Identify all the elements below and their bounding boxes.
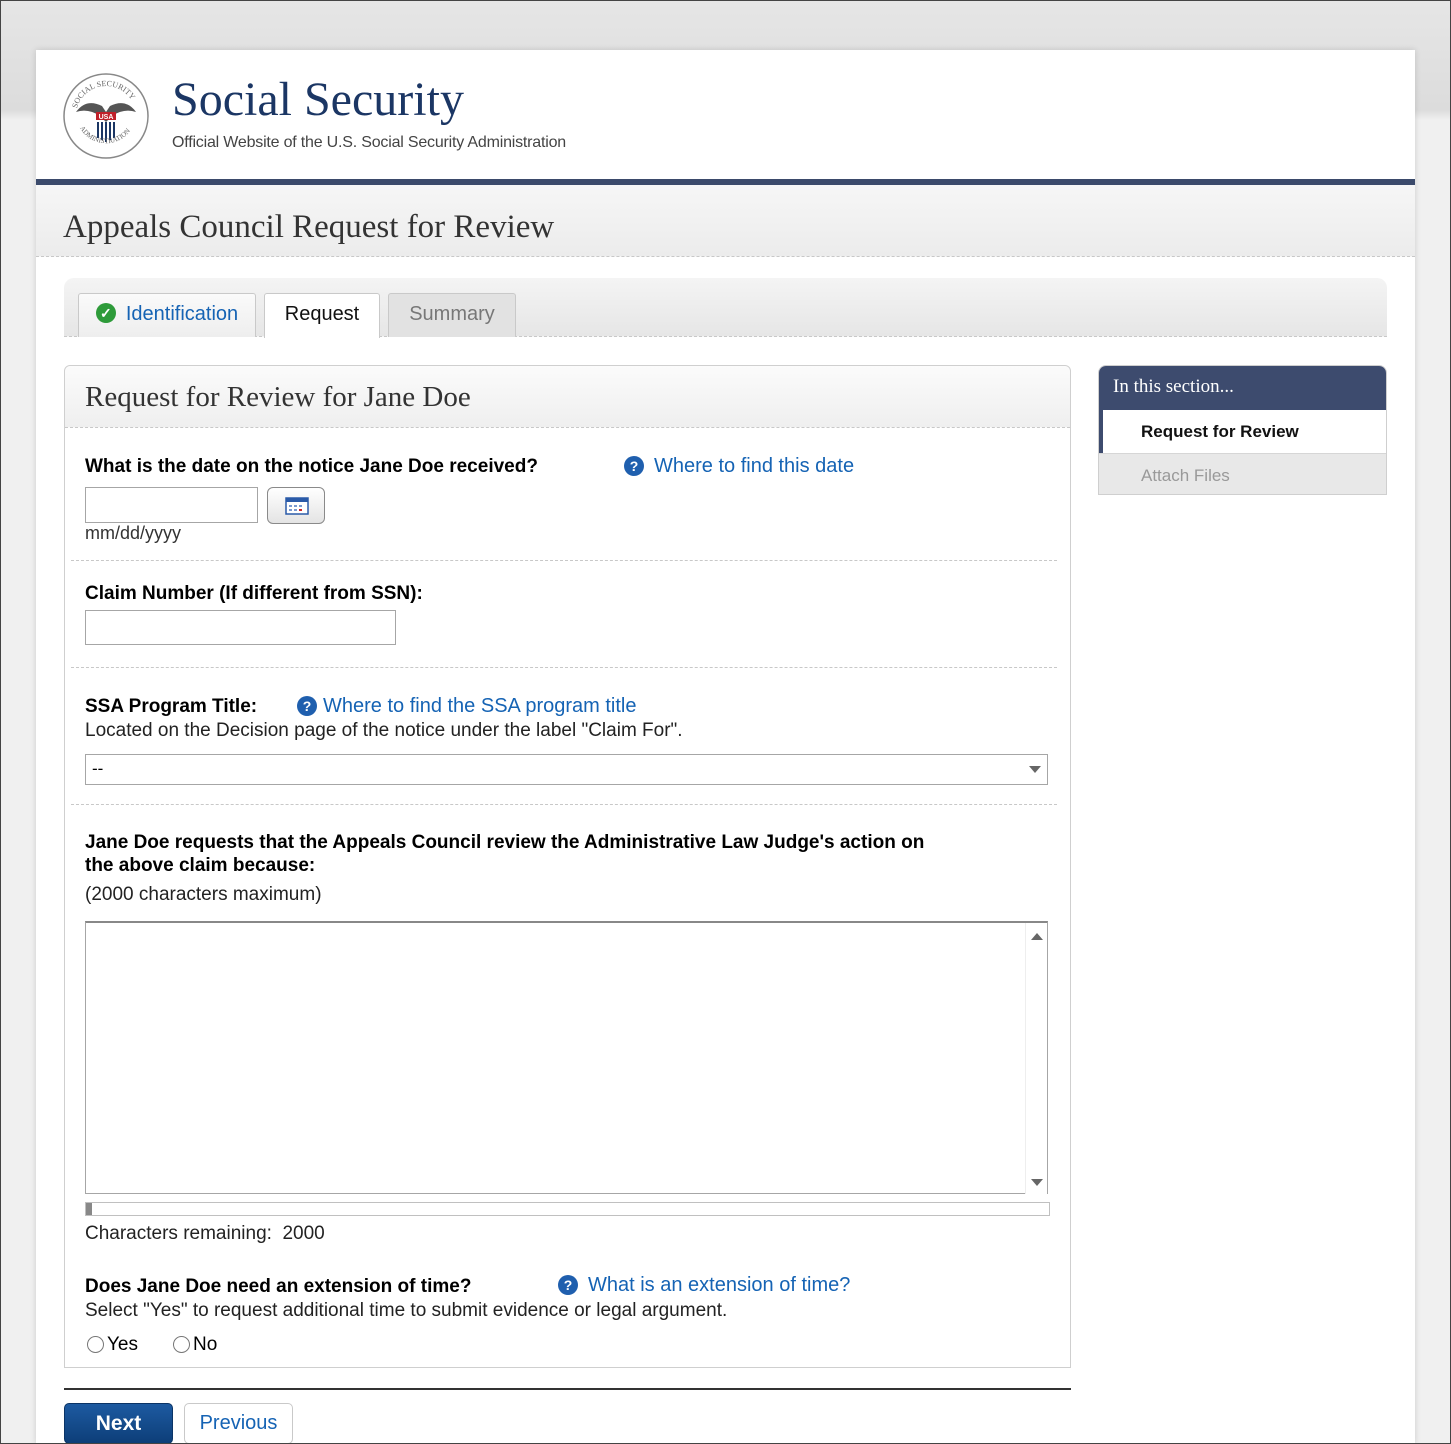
tab-label: Request bbox=[284, 303, 360, 325]
page-title: Appeals Council Request for Review bbox=[63, 209, 555, 245]
claim-number-label: Claim Number (If different from SSN): bbox=[85, 583, 423, 604]
scroll-up-icon[interactable] bbox=[1031, 933, 1043, 940]
request-form-panel: Request for Review for Jane Doe What is … bbox=[64, 365, 1071, 1368]
svg-text:USA: USA bbox=[99, 114, 114, 121]
radio-yes[interactable] bbox=[87, 1336, 104, 1353]
section-nav-item-attach-files: Attach Files bbox=[1099, 453, 1386, 494]
scroll-down-icon[interactable] bbox=[1031, 1179, 1043, 1186]
previous-button[interactable]: Previous bbox=[184, 1403, 293, 1444]
select-value: -- bbox=[92, 759, 104, 778]
tab-request[interactable]: Request bbox=[264, 293, 380, 338]
radio-no[interactable] bbox=[173, 1336, 190, 1353]
extension-help-link[interactable]: ? What is an extension of time? bbox=[558, 1274, 850, 1297]
program-title-description: Located on the Decision page of the noti… bbox=[85, 720, 683, 741]
ssa-seal-logo[interactable]: USA SOCIAL SECURITY ADMINISTRATION bbox=[62, 72, 150, 160]
claim-number-input[interactable] bbox=[85, 610, 396, 645]
calendar-button[interactable] bbox=[267, 487, 325, 524]
page-card: USA SOCIAL SECURITY ADMINISTRATION Socia… bbox=[36, 50, 1415, 1444]
panel-header: Request for Review for Jane Doe bbox=[65, 366, 1070, 428]
reason-label-line2: the above claim because: bbox=[85, 855, 316, 876]
extension-description: Select "Yes" to request additional time … bbox=[85, 1300, 728, 1321]
character-usage-fill bbox=[86, 1203, 92, 1215]
extension-yes-option[interactable]: Yes bbox=[87, 1334, 138, 1356]
next-button[interactable]: Next bbox=[64, 1403, 173, 1444]
date-format-hint: mm/dd/yyyy bbox=[85, 523, 182, 543]
section-divider bbox=[71, 667, 1057, 668]
notice-date-help-link[interactable]: ? Where to find this date bbox=[624, 455, 854, 478]
step-tabs: ✓ Identification Request Summary bbox=[64, 278, 1387, 338]
chevron-down-icon bbox=[1029, 766, 1041, 773]
check-circle-icon: ✓ bbox=[95, 303, 116, 323]
reason-textarea[interactable] bbox=[85, 921, 1048, 1194]
help-link-text: Where to find the SSA program title bbox=[323, 695, 637, 717]
brand-title[interactable]: Social Security bbox=[172, 72, 464, 127]
textarea-scrollbar[interactable] bbox=[1025, 923, 1047, 1194]
characters-remaining-label: Characters remaining: bbox=[85, 1223, 272, 1244]
program-title-help-link[interactable]: ? Where to find the SSA program title bbox=[297, 695, 637, 718]
section-nav-heading: In this section... bbox=[1099, 366, 1386, 410]
button-bar-divider bbox=[64, 1388, 1071, 1390]
help-link-text: Where to find this date bbox=[654, 455, 855, 477]
panel-title: Request for Review for Jane Doe bbox=[85, 381, 471, 413]
characters-remaining: Characters remaining: 2000 bbox=[85, 1223, 325, 1245]
help-icon: ? bbox=[624, 456, 644, 476]
notice-date-label: What is the date on the notice Jane Doe … bbox=[85, 456, 538, 477]
extension-no-option[interactable]: No bbox=[173, 1334, 217, 1356]
help-icon: ? bbox=[558, 1275, 578, 1295]
tab-label: Summary bbox=[409, 303, 495, 325]
reason-hint: (2000 characters maximum) bbox=[85, 884, 322, 905]
character-usage-bar bbox=[85, 1202, 1050, 1216]
program-title-select[interactable]: -- bbox=[85, 754, 1048, 785]
section-divider bbox=[71, 804, 1057, 805]
radio-yes-label: Yes bbox=[107, 1334, 138, 1355]
calendar-icon bbox=[285, 497, 309, 515]
help-icon: ? bbox=[297, 696, 317, 716]
radio-no-label: No bbox=[193, 1334, 218, 1355]
program-title-label: SSA Program Title: bbox=[85, 696, 258, 717]
page-title-bar: Appeals Council Request for Review bbox=[36, 185, 1415, 257]
section-nav-item-request-for-review[interactable]: Request for Review bbox=[1099, 410, 1386, 453]
section-divider bbox=[71, 560, 1057, 561]
extension-label: Does Jane Doe need an extension of time? bbox=[85, 1276, 472, 1297]
tab-label: Identification bbox=[125, 303, 239, 325]
help-link-text: What is an extension of time? bbox=[588, 1274, 851, 1296]
section-nav: In this section... Request for Review At… bbox=[1098, 365, 1387, 495]
characters-remaining-count: 2000 bbox=[282, 1223, 325, 1244]
tab-identification[interactable]: ✓ Identification bbox=[78, 293, 256, 337]
reason-label-line1: Jane Doe requests that the Appeals Counc… bbox=[85, 832, 925, 853]
masthead: USA SOCIAL SECURITY ADMINISTRATION Socia… bbox=[36, 50, 1415, 184]
tab-summary: Summary bbox=[388, 293, 516, 337]
brand-subtitle: Official Website of the U.S. Social Secu… bbox=[172, 134, 567, 151]
notice-date-input[interactable] bbox=[85, 487, 258, 523]
